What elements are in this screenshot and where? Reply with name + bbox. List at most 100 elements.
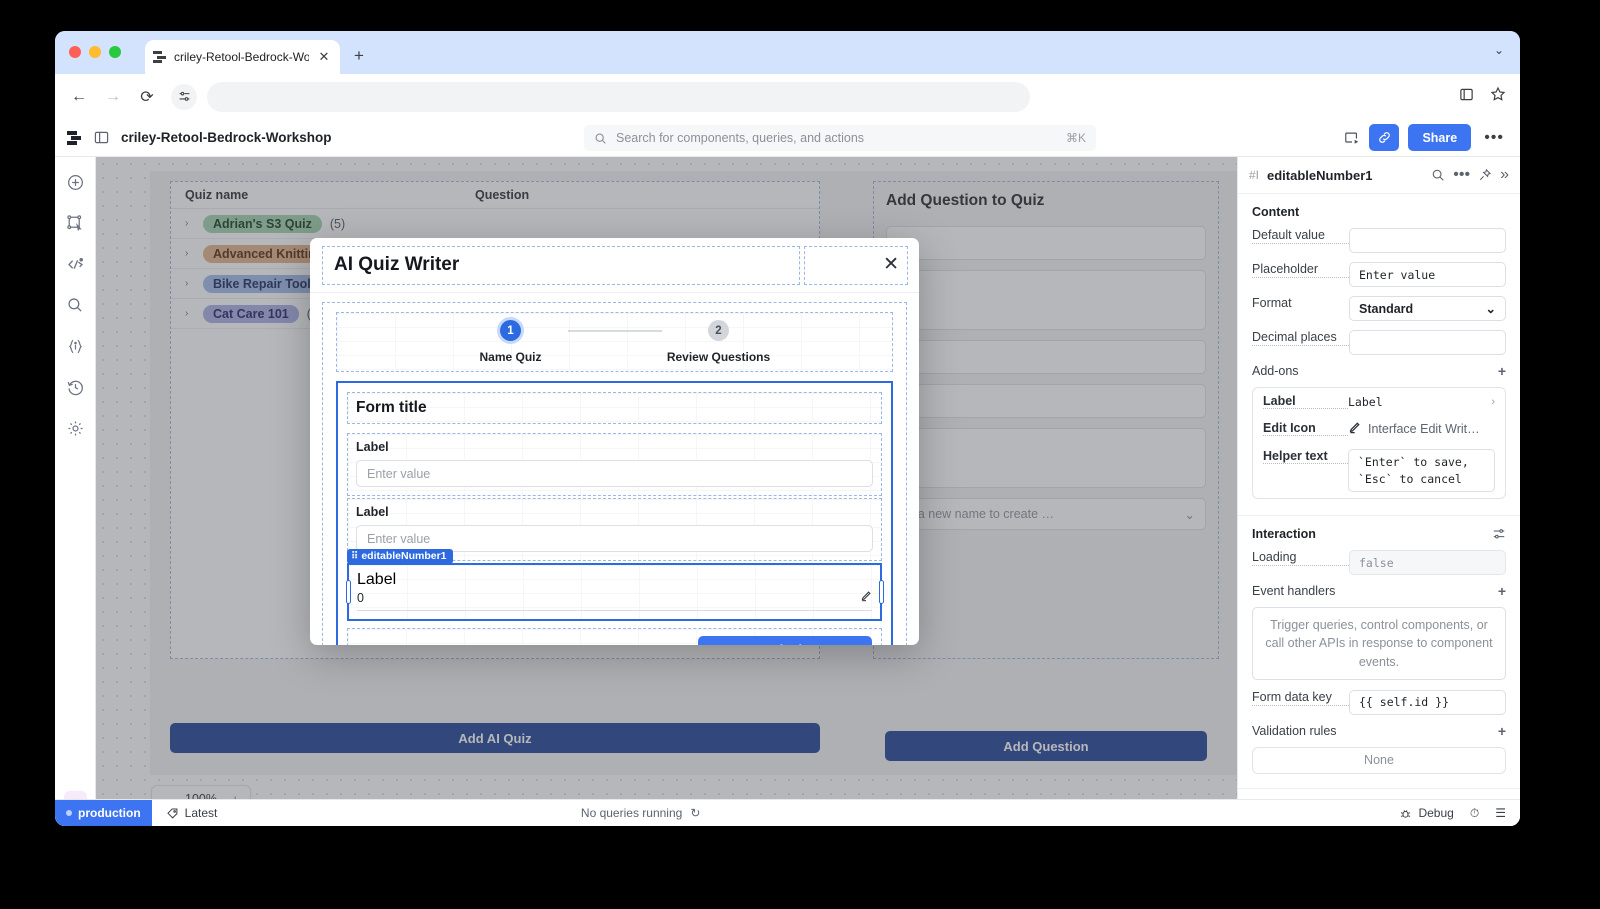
history-icon[interactable] — [64, 376, 86, 398]
field-input[interactable]: Enter value — [356, 525, 873, 552]
site-settings-icon[interactable] — [171, 83, 197, 110]
branch-selector[interactable]: Latest — [152, 806, 232, 820]
row-label: Decimal places — [1252, 330, 1349, 346]
close-window-button[interactable] — [69, 46, 81, 58]
validation-rules-value[interactable]: None — [1252, 746, 1506, 774]
stepper-connector — [567, 330, 662, 332]
form-data-key-input[interactable]: {{ self.id }} — [1349, 689, 1506, 715]
close-tab-button[interactable]: ✕ — [316, 49, 332, 65]
add-addon-button[interactable]: + — [1498, 364, 1506, 378]
global-search-input[interactable]: Search for components, queries, and acti… — [584, 125, 1096, 151]
step-label: Review Questions — [666, 350, 771, 364]
add-component-icon[interactable] — [64, 171, 86, 193]
address-bar[interactable] — [207, 81, 1030, 112]
code-icon[interactable] — [64, 253, 86, 275]
select-frame-icon[interactable] — [64, 212, 86, 234]
add-validation-rule-button[interactable]: + — [1498, 724, 1506, 738]
addon-value: Label — [1348, 394, 1383, 409]
pin-icon[interactable] — [1478, 168, 1492, 182]
forward-button[interactable]: → — [103, 88, 123, 106]
close-icon[interactable]: ✕ — [883, 253, 899, 276]
step-review-questions[interactable]: 2 Review Questions — [662, 320, 776, 364]
row-form-data-key: Form data key {{ self.id }} — [1252, 689, 1506, 715]
settings-gear-icon[interactable] — [64, 417, 86, 439]
browser-tab[interactable]: criley-Retool-Bedrock-Worksh ✕ — [145, 40, 340, 74]
event-handlers-title-row: Event handlers + — [1252, 584, 1506, 598]
environment-selector[interactable]: production — [55, 799, 152, 826]
inspector-panel: #I editableNumber1 ••• » Content Default… — [1237, 157, 1520, 826]
back-button[interactable]: ← — [69, 88, 89, 106]
pencil-icon[interactable] — [860, 589, 872, 607]
quiz-form[interactable]: Form title Label Enter value Label Enter… — [336, 381, 893, 645]
state-icon[interactable] — [64, 335, 86, 357]
interaction-title-row: Interaction — [1252, 527, 1506, 541]
selected-component-name: editableNumber1 — [361, 550, 447, 562]
debug-label: Debug — [1418, 806, 1454, 820]
sliders-icon[interactable] — [1492, 527, 1506, 541]
share-button[interactable]: Share — [1408, 124, 1472, 151]
add-event-handler-button[interactable]: + — [1498, 584, 1506, 598]
inspector-content: Content Default value Placeholder Enter … — [1238, 194, 1520, 826]
addon-edit-icon[interactable]: Edit Icon Interface Edit Writ… — [1253, 415, 1505, 443]
default-value-input[interactable] — [1349, 228, 1506, 253]
search-icon[interactable] — [1431, 168, 1445, 182]
inspector-component-name: editableNumber1 — [1267, 167, 1373, 183]
search-icon[interactable] — [64, 294, 86, 316]
selected-component-badge[interactable]: ⠿ editableNumber1 — [347, 549, 453, 564]
helper-text-input[interactable]: `Enter` to save, `Esc` to cancel — [1348, 449, 1495, 493]
addon-label[interactable]: Label Label › — [1253, 388, 1505, 415]
step-number: 1 — [500, 320, 521, 341]
query-status: No queries running ↻ — [581, 806, 700, 820]
resize-handle-left[interactable] — [345, 580, 351, 604]
format-select[interactable]: Standard ⌄ — [1349, 296, 1506, 321]
drag-handle-icon[interactable]: ⠿ — [351, 551, 358, 562]
step-name-quiz[interactable]: 1 Name Quiz — [454, 320, 568, 364]
header-more-button[interactable]: ••• — [1480, 129, 1508, 147]
submit-button[interactable]: Submit — [698, 636, 872, 645]
form-field-1[interactable]: Label Enter value — [347, 433, 882, 496]
browser-tab-title: criley-Retool-Bedrock-Worksh — [174, 50, 309, 64]
resize-handle-right[interactable] — [878, 580, 884, 604]
search-icon — [595, 133, 606, 144]
stepper-steps: 1 Name Quiz 2 Review Questions — [454, 320, 776, 364]
row-placeholder: Placeholder Enter value — [1252, 262, 1506, 287]
toggle-left-panel-icon[interactable] — [94, 130, 109, 145]
step-label: Name Quiz — [479, 350, 542, 364]
number-type-icon: #I — [1249, 168, 1260, 182]
placeholder-input[interactable]: Enter value — [1349, 262, 1506, 287]
minimize-window-button[interactable] — [89, 46, 101, 58]
ai-quiz-writer-modal: AI Quiz Writer ✕ 1 Name Quiz 2 Review Qu… — [310, 238, 919, 645]
field-label: Label — [356, 440, 389, 454]
reload-button[interactable]: ⟳ — [137, 87, 157, 107]
reading-list-icon[interactable] — [1459, 87, 1474, 107]
debug-button[interactable]: Debug — [1399, 806, 1454, 820]
app-title: criley-Retool-Bedrock-Workshop — [121, 130, 332, 145]
chevron-down-icon: ⌄ — [1485, 302, 1496, 316]
chevron-right-icon[interactable]: › — [1491, 396, 1495, 408]
collapse-icon[interactable]: » — [1500, 166, 1509, 184]
addon-helper-text[interactable]: Helper text `Enter` to save, `Esc` to ca… — [1253, 443, 1505, 498]
editable-number-field[interactable]: ⠿ editableNumber1 Label 0 — [345, 549, 884, 621]
addon-key: Label — [1263, 394, 1348, 409]
bookmark-star-icon[interactable] — [1490, 86, 1506, 107]
number-value-row[interactable]: 0 — [357, 589, 872, 611]
share-link-button[interactable] — [1369, 124, 1400, 151]
link-icon — [1379, 132, 1390, 143]
history-icon[interactable]: ⏱ — [1470, 806, 1479, 821]
preview-app-icon[interactable] — [1344, 130, 1360, 146]
tab-list-chevron-icon[interactable]: ⌄ — [1494, 43, 1504, 57]
decimal-places-input[interactable] — [1349, 330, 1506, 355]
loading-input[interactable]: false — [1349, 550, 1506, 576]
pencil-icon — [1348, 421, 1361, 437]
refresh-icon[interactable]: ↻ — [690, 806, 700, 820]
step-number: 2 — [708, 320, 729, 341]
field-input[interactable]: Enter value — [356, 460, 873, 487]
more-icon[interactable]: ••• — [1453, 166, 1470, 184]
maximize-window-button[interactable] — [109, 46, 121, 58]
row-label: Default value — [1252, 228, 1349, 244]
new-tab-button[interactable]: + — [354, 46, 364, 66]
retool-body: ✦ Quiz name Question › Ad — [55, 157, 1520, 826]
menu-icon[interactable]: ☰ — [1495, 806, 1506, 820]
retool-logo-icon[interactable] — [67, 130, 82, 145]
row-default-value: Default value — [1252, 228, 1506, 253]
